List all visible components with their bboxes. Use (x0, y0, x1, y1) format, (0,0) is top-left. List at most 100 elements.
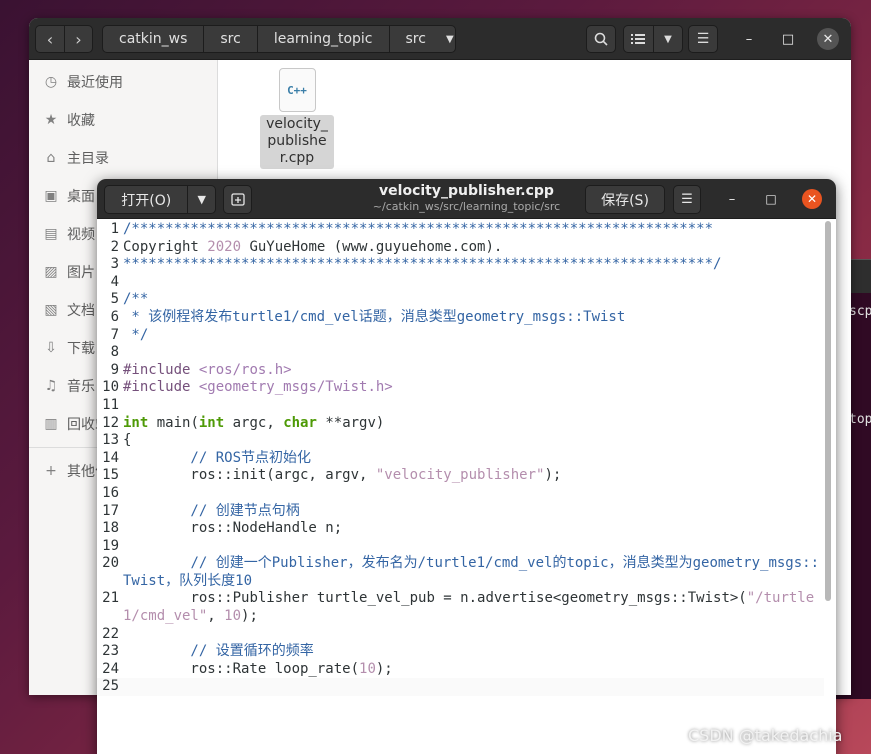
code-line[interactable]: 19 (97, 538, 824, 556)
code-line[interactable]: 18 ros::NodeHandle n; (97, 520, 824, 538)
breadcrumb-item[interactable]: catkin_ws (103, 26, 205, 52)
line-number: 5 (110, 291, 119, 308)
code-line[interactable]: 21 ros::Publisher turtle_vel_pub = n.adv… (97, 590, 824, 625)
close-icon: ✕ (822, 31, 834, 47)
desktop-icon: ▣ (44, 188, 58, 204)
code-line[interactable]: 24 ros::Rate loop_rate(10); (97, 661, 824, 679)
caret-down-icon: ▼ (664, 33, 672, 45)
maximize-button[interactable]: □ (762, 190, 780, 208)
line-number: 13 (102, 432, 119, 449)
view-options-button[interactable]: ▼ (652, 26, 682, 52)
line-number: 22 (102, 625, 119, 642)
code-line[interactable]: 20 // 创建一个Publisher，发布名为/turtle1/cmd_vel… (97, 555, 824, 590)
code-line[interactable]: 1/**************************************… (97, 221, 824, 239)
maximize-icon: □ (781, 31, 795, 47)
search-button[interactable] (586, 25, 616, 53)
maximize-button[interactable]: □ (778, 29, 798, 49)
maximize-icon: □ (765, 192, 777, 206)
code-line[interactable]: 13{ (97, 432, 824, 450)
line-number: 3 (110, 256, 119, 273)
list-view-icon (631, 34, 646, 44)
code-line[interactable]: 14 // ROS节点初始化 (97, 450, 824, 468)
watermark: CSDN @takedachia (688, 726, 843, 745)
file-manager-headerbar: ‹ › catkin_ws src learning_topic src ▼ ▼… (29, 18, 851, 60)
search-icon (594, 32, 608, 46)
save-button[interactable]: 保存(S) (585, 185, 665, 214)
code-line-text: */ (123, 326, 149, 343)
code-line[interactable]: 2 Copyright 2020 GuYueHome (www.guyuehome… (97, 239, 824, 257)
editor-text-area[interactable]: 1/**************************************… (97, 219, 836, 754)
minimize-button[interactable]: – (739, 29, 759, 49)
sidebar-item-home[interactable]: ⌂ 主目录 (29, 143, 218, 173)
new-tab-icon (230, 193, 245, 206)
back-button[interactable]: ‹ (36, 26, 64, 52)
line-number: 8 (110, 344, 119, 361)
terminal-text-fragment: scp (849, 304, 871, 319)
code-line[interactable]: 5/** (97, 291, 824, 309)
code-line[interactable]: 3 ***************************************… (97, 256, 824, 274)
text-editor-window: 打开(O) ▼ velocity_publisher.cpp ~/catkin_… (97, 179, 836, 754)
vertical-scrollbar[interactable] (825, 221, 831, 601)
sidebar-item-label: 文档 (67, 303, 95, 319)
breadcrumb-item[interactable]: learning_topic (258, 26, 390, 52)
close-button[interactable]: ✕ (802, 189, 822, 209)
code-line-text: // 创建节点句柄 (123, 502, 300, 519)
file-item[interactable]: C++ velocity_publisher.cpp (260, 68, 334, 169)
open-button[interactable]: 打开(O) (105, 186, 187, 213)
code-view[interactable]: 1/**************************************… (97, 221, 824, 697)
code-line[interactable]: 8 (97, 344, 824, 362)
open-recent-dropdown[interactable]: ▼ (187, 186, 215, 213)
close-icon: ✕ (806, 192, 818, 206)
plus-icon: + (45, 463, 57, 479)
code-line[interactable]: 11 (97, 397, 824, 415)
code-line[interactable]: 4 (97, 274, 824, 292)
minimize-icon: – (728, 191, 736, 207)
open-button-group: 打开(O) ▼ (104, 185, 216, 214)
chevron-right-icon: › (75, 29, 82, 49)
minimize-button[interactable]: – (723, 190, 741, 208)
code-line[interactable]: 17 // 创建节点句柄 (97, 503, 824, 521)
line-number: 10 (102, 379, 119, 396)
code-line[interactable]: 9 #include <ros/ros.h> (97, 362, 824, 380)
code-line-text: #include <geometry_msgs/Twist.h> (123, 379, 393, 396)
breadcrumb-item[interactable]: src (204, 26, 258, 52)
sidebar-item-label: 桌面 (67, 189, 95, 205)
code-line[interactable]: 6 * 该例程将发布turtle1/cmd_vel话题，消息类型geometry… (97, 309, 824, 327)
code-line-text: // 创建一个Publisher，发布名为/turtle1/cmd_vel的to… (123, 555, 820, 589)
sidebar-item-recent[interactable]: ◷ 最近使用 (29, 67, 218, 97)
file-name: velocity_publisher.cpp (260, 115, 334, 169)
chevron-left-icon: ‹ (46, 29, 54, 49)
code-line[interactable]: 15 ros::init(argc, argv, "velocity_publi… (97, 467, 824, 485)
history-nav-group: ‹ › (35, 25, 93, 53)
terminal-text-fragment: top (849, 412, 871, 427)
view-toggle-group: ▼ (623, 25, 683, 53)
line-number: 14 (102, 449, 119, 466)
close-button[interactable]: ✕ (817, 28, 839, 50)
line-number: 15 (102, 467, 119, 484)
breadcrumb-item-current[interactable]: src ▼ (390, 26, 464, 52)
hamburger-menu-button[interactable]: ☰ (673, 185, 701, 214)
code-line[interactable]: 12 int main(int argc, char **argv) (97, 415, 824, 433)
line-number: 1 (110, 221, 119, 237)
sidebar-item-starred[interactable]: ★ 收藏 (29, 105, 218, 135)
code-line[interactable]: 7 */ (97, 327, 824, 345)
new-document-button[interactable] (223, 185, 252, 214)
code-line-text: // ROS节点初始化 (123, 449, 312, 466)
hamburger-icon: ☰ (681, 192, 693, 207)
code-line[interactable]: 23 // 设置循环的频率 (97, 643, 824, 661)
home-icon: ⌂ (46, 150, 56, 166)
hamburger-icon: ☰ (696, 31, 710, 47)
code-line[interactable]: 16 (97, 485, 824, 503)
code-line[interactable]: 22 (97, 626, 824, 644)
line-number: 19 (102, 537, 119, 554)
code-line[interactable]: 25 (97, 678, 824, 697)
hamburger-menu-button[interactable]: ☰ (688, 25, 718, 53)
forward-button[interactable]: › (63, 26, 92, 52)
trash-icon: ▥ (44, 416, 58, 432)
line-number: 24 (102, 660, 119, 677)
code-line[interactable]: 10 #include <geometry_msgs/Twist.h> (97, 379, 824, 397)
list-view-button[interactable] (624, 26, 653, 52)
